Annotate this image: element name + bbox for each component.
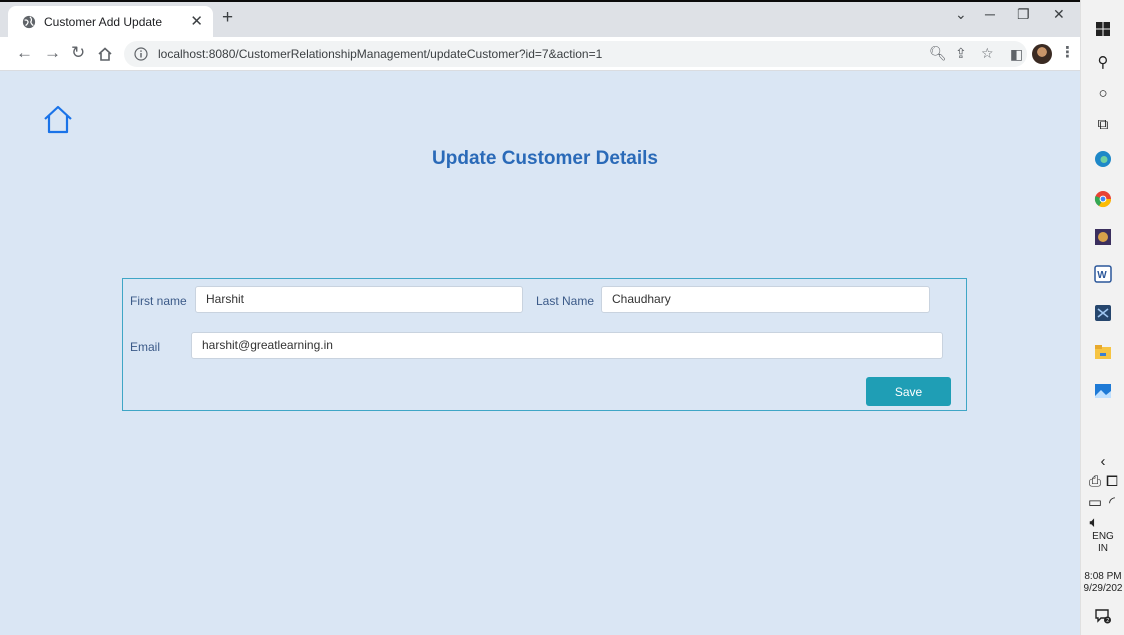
last-name-field[interactable]: Chaudhary: [601, 286, 930, 313]
wifi-icon[interactable]: ◜: [1105, 493, 1119, 511]
bookmark-star-icon[interactable]: ☆: [981, 45, 994, 62]
forward-icon[interactable]: →: [44, 44, 61, 62]
page-content: Update Customer Details First name Harsh…: [0, 71, 1080, 635]
tab-search-icon[interactable]: ⌄: [955, 6, 967, 23]
tab-close-icon[interactable]: ✕: [190, 12, 203, 30]
last-name-label: Last Name: [536, 294, 595, 308]
svg-text:W: W: [1097, 270, 1107, 281]
globe-icon: [22, 15, 36, 29]
reload-icon[interactable]: ↻: [71, 44, 85, 62]
search-icon[interactable]: ⚲: [1094, 53, 1112, 71]
clock-time: 8:08 PM: [1084, 571, 1122, 582]
info-icon[interactable]: [134, 47, 148, 61]
windows-start-icon[interactable]: [1094, 20, 1112, 38]
word-icon[interactable]: W: [1094, 265, 1112, 283]
zoom-icon[interactable]: 🔍︎: [929, 45, 947, 62]
region-code: IN: [1098, 543, 1108, 554]
page-title: Update Customer Details: [432, 148, 658, 169]
home-link-icon[interactable]: [42, 103, 74, 135]
browser-toolbar: ← → ↻ localhost:8080/CustomerRelationshi…: [0, 37, 1080, 71]
svg-text:2: 2: [1106, 618, 1109, 624]
url-text: localhost:8080/CustomerRelationshipManag…: [158, 47, 603, 61]
email-field[interactable]: harshit@greatlearning.in: [191, 332, 943, 359]
tray-chevron-icon[interactable]: ‹: [1094, 452, 1112, 470]
file-explorer-icon[interactable]: [1094, 343, 1112, 361]
action-center-icon[interactable]: 2: [1094, 607, 1112, 625]
save-button[interactable]: Save: [866, 377, 951, 406]
game-app-icon[interactable]: [1094, 228, 1112, 246]
profile-avatar[interactable]: [1032, 44, 1052, 64]
tab-title: Customer Add Update: [44, 15, 163, 29]
meet-now-icon[interactable]: ⎙: [1088, 472, 1102, 490]
clock-date: 9/29/202: [1083, 583, 1123, 594]
browser-window: Customer Add Update ✕ + ⌄ ─ ❐ ✕ ← → ↻ lo…: [0, 0, 1080, 635]
clock[interactable]: 8:08 PM 9/29/202: [1081, 571, 1124, 595]
restore-icon[interactable]: ❐: [1017, 6, 1030, 23]
cortana-icon[interactable]: ○: [1094, 84, 1112, 102]
customer-form: First name Harshit Last Name Chaudhary E…: [122, 278, 967, 411]
battery-icon[interactable]: ▭: [1088, 493, 1102, 511]
volume-icon[interactable]: 🔈︎: [1087, 513, 1101, 531]
input-language[interactable]: ENG IN: [1081, 531, 1124, 555]
windows-taskbar: ⚲ ○ ⧉ W ‹ ⎙ ⧠ ▭ ◜ 🔈︎ ENG IN 8:08 PM 9/29…: [1080, 0, 1124, 635]
edge-icon[interactable]: [1094, 150, 1112, 168]
new-tab-icon[interactable]: +: [222, 8, 233, 28]
language-code: ENG: [1092, 531, 1114, 542]
menu-icon[interactable]: ⋮: [1060, 43, 1075, 61]
vscode-icon[interactable]: [1094, 304, 1112, 322]
share-icon[interactable]: ⇪: [955, 45, 967, 62]
tab-strip: Customer Add Update ✕ + ⌄ ─ ❐ ✕: [0, 0, 1080, 39]
first-name-field[interactable]: Harshit: [195, 286, 523, 313]
first-name-label: First name: [130, 294, 187, 308]
home-icon[interactable]: [97, 46, 113, 62]
photos-icon[interactable]: [1094, 382, 1112, 400]
minimize-icon[interactable]: ─: [985, 6, 995, 22]
address-bar[interactable]: localhost:8080/CustomerRelationshipManag…: [124, 41, 1027, 67]
window-close-icon[interactable]: ✕: [1053, 6, 1065, 23]
tab-customer-add-update[interactable]: Customer Add Update ✕: [8, 6, 213, 39]
side-panel-icon[interactable]: ◧: [1010, 45, 1023, 63]
chrome-icon[interactable]: [1094, 190, 1112, 208]
notification-tray-icon[interactable]: ⧠: [1105, 472, 1119, 490]
task-view-icon[interactable]: ⧉: [1094, 115, 1112, 133]
email-label: Email: [130, 340, 161, 354]
back-icon[interactable]: ←: [16, 44, 33, 62]
